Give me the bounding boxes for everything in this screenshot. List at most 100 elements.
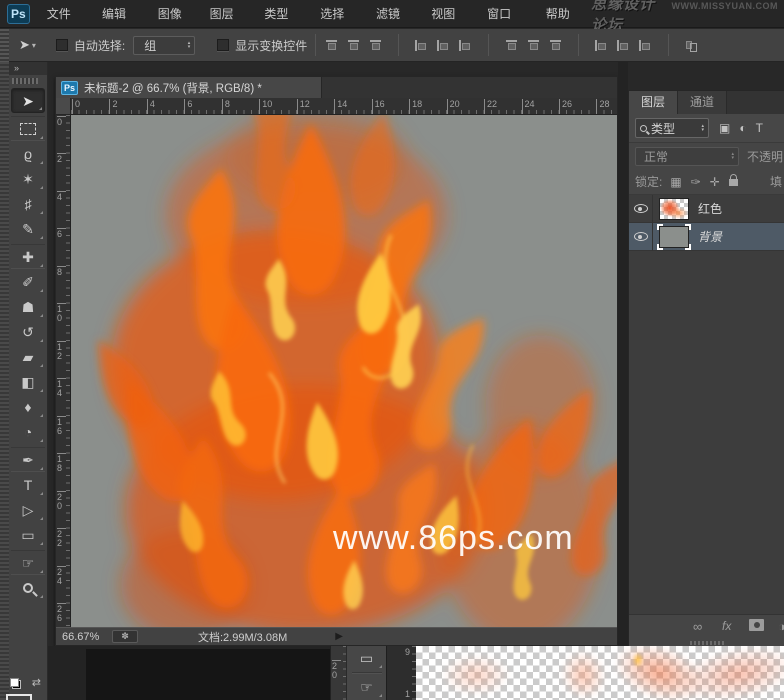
clone-stamp-tool[interactable]: ☗ [11, 294, 45, 319]
distribute-horizontal-centers-icon[interactable] [616, 39, 631, 52]
lock-image-icon[interactable]: ✑ [691, 175, 701, 189]
adjustment-layer-filter-icon[interactable]: ◐ [739, 121, 746, 135]
auto-select-dropdown[interactable]: 组 ▴ ▾ [133, 36, 195, 55]
align-top-edges-icon[interactable] [324, 39, 339, 52]
menu-item[interactable]: 视图(V) [420, 0, 476, 28]
zoom-scrubber-icon[interactable]: ✽ [112, 630, 138, 643]
ruler-number: 12 [57, 341, 66, 361]
layer-name[interactable]: 背景 [698, 228, 722, 245]
brush-tool[interactable]: ✐ [11, 269, 45, 294]
visibility-cell[interactable] [629, 195, 653, 223]
auto-select-checkbox[interactable] [56, 39, 68, 51]
align-left-edges-icon[interactable] [414, 39, 429, 52]
crop-tool[interactable]: ♯ [11, 191, 45, 216]
layer-mask-icon[interactable] [749, 619, 764, 631]
menu-item[interactable]: 图层(L) [199, 0, 254, 28]
align-horizontal-centers-icon[interactable] [436, 39, 451, 52]
type-layer-filter-icon[interactable]: T [756, 121, 763, 135]
distribute-top-edges-icon[interactable] [504, 39, 519, 52]
visibility-eye-icon[interactable] [634, 204, 648, 213]
pixel-layer-filter-icon[interactable]: ▣ [719, 121, 730, 135]
layer-thumbnail[interactable] [659, 226, 689, 248]
panel-gap [618, 62, 628, 700]
visibility-eye-icon[interactable] [634, 232, 648, 241]
lasso-tool[interactable]: ϱ [11, 141, 45, 166]
default-colors-icon[interactable] [12, 680, 21, 689]
auto-align-layers-icon[interactable] [684, 39, 699, 52]
tools-panel-grip[interactable] [12, 78, 38, 84]
zoom-level-field[interactable]: 66.67% [62, 631, 108, 643]
menu-item[interactable]: 图像(I) [147, 0, 199, 28]
pen-tool[interactable]: ✒ [11, 447, 45, 472]
tools-panel-edge [0, 62, 9, 700]
document-tab[interactable]: Ps 未标题-2 @ 66.7% (背景, RGB/8) * [56, 77, 322, 98]
adjustment-layer-icon[interactable]: ◑ [778, 619, 784, 634]
zoom-tool[interactable] [11, 575, 45, 600]
move-tool[interactable]: ➤ [11, 88, 45, 113]
menu-item[interactable]: 编辑(E) [91, 0, 147, 28]
menu-item[interactable]: 窗口(W) [476, 0, 535, 28]
layer-thumbnail[interactable] [659, 198, 689, 220]
menu-item[interactable]: 文件(F) [36, 0, 91, 28]
collapse-panel-button[interactable]: » [9, 62, 47, 75]
lock-position-icon[interactable]: ✛ [710, 175, 720, 189]
layers-panel-grip[interactable] [690, 641, 724, 645]
ruler-number: 20 [447, 99, 460, 115]
align-right-edges-icon[interactable] [458, 39, 473, 52]
lock-transparency-icon[interactable]: ▦ [670, 175, 681, 189]
layer-row[interactable]: 背景 [629, 223, 784, 251]
history-brush-tool[interactable]: ↺ [11, 319, 45, 344]
hand-tool[interactable]: ☞ [11, 550, 45, 575]
menu-item[interactable]: 滤镜(T) [365, 0, 420, 28]
visibility-cell[interactable] [629, 223, 653, 251]
layer-effects-icon[interactable]: fx [722, 619, 731, 633]
show-transform-checkbox[interactable] [217, 39, 229, 51]
rounded-rectangle-tool[interactable]: ▭ [11, 522, 45, 547]
ruler-origin-corner[interactable] [56, 98, 71, 115]
rounded-rectangle-tool[interactable]: ▭ [350, 646, 384, 670]
status-options-arrow-icon[interactable]: ▶ [335, 631, 343, 642]
blur-tool[interactable]: ♦ [11, 394, 45, 419]
magic-wand-tool[interactable]: ✶ [11, 166, 45, 191]
gradient-tool[interactable]: ◧ [11, 369, 45, 394]
lock-icons: ▦ ✑ ✛ [670, 175, 737, 189]
eraser-tool[interactable]: ▰ [11, 344, 45, 369]
distribute-right-edges-icon[interactable] [638, 39, 653, 52]
ruler-number: 8 [57, 266, 66, 277]
tab-通道[interactable]: 通道 [678, 91, 727, 114]
align-vertical-centers-icon[interactable] [346, 39, 361, 52]
ruler-number: 28 [596, 99, 609, 115]
distribute-left-edges-icon[interactable] [594, 39, 609, 52]
rectangular-marquee-tool-icon [20, 123, 36, 135]
lock-all-icon[interactable] [729, 179, 738, 186]
horizontal-type-tool[interactable]: T [11, 472, 45, 497]
tab-图层[interactable]: 图层 [629, 91, 678, 114]
dodge-tool[interactable]: ◔ [11, 419, 45, 444]
canvas-image[interactable]: www.86ps.com [71, 115, 617, 627]
rectangular-marquee-tool[interactable] [11, 116, 45, 141]
eyedropper-tool[interactable]: ✎ [11, 216, 45, 241]
menu-item[interactable]: 选择(S) [309, 0, 365, 28]
align-bottom-edges-icon[interactable] [368, 39, 383, 52]
second-window-ruler: 9 1 [386, 646, 416, 700]
path-selection-tool[interactable]: ▷ [11, 497, 45, 522]
foreground-color-swatch[interactable] [6, 694, 32, 700]
distribute-bottom-edges-icon[interactable] [548, 39, 563, 52]
horizontal-ruler[interactable]: 0246810121416182022242628 [71, 98, 617, 115]
document-size-info: 文档:2.99M/3.08M [198, 629, 287, 645]
tool-preset-caret-icon[interactable]: ▾ [32, 41, 36, 50]
distribute-vertical-centers-icon[interactable] [526, 39, 541, 52]
link-layers-icon[interactable]: ∞ [693, 619, 702, 634]
swap-colors-icon[interactable]: ⇄ [32, 676, 41, 689]
layer-row[interactable]: 红色 [629, 195, 784, 223]
menu-item[interactable]: 类型(Y) [253, 0, 309, 28]
layer-name[interactable]: 红色 [698, 200, 722, 217]
vertical-ruler[interactable]: 02468101214161820222426 [56, 115, 71, 627]
spot-healing-brush-tool[interactable]: ✚ [11, 244, 45, 269]
layer-filter-dropdown[interactable]: 类型 ▴ ▾ [635, 118, 709, 138]
second-window-canvas[interactable] [416, 646, 784, 700]
menu-item[interactable]: 帮助(H) [535, 0, 591, 28]
options-bar-grip[interactable] [0, 29, 9, 62]
hand-tool[interactable]: ☞ [350, 675, 384, 699]
blend-mode-dropdown[interactable]: 正常 ▴ ▾ [635, 147, 739, 166]
